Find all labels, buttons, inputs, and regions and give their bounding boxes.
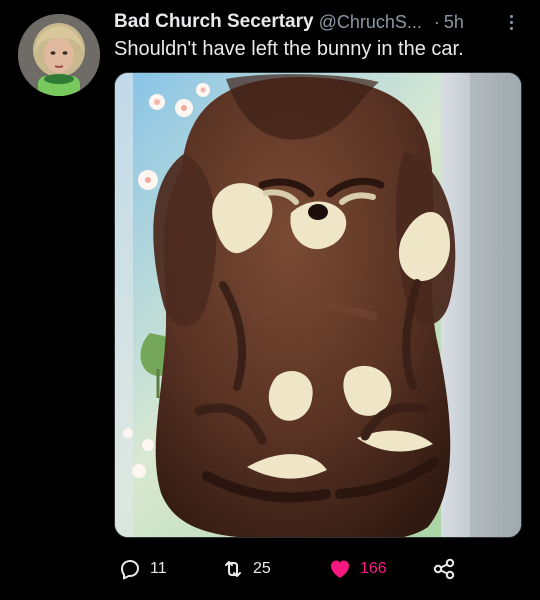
tweet-text: Shouldn't have left the bunny in the car…	[114, 38, 464, 60]
retweet-count: 25	[253, 560, 271, 577]
author-name[interactable]: Bad Church Secertary	[114, 11, 314, 33]
retweet-button[interactable]: 25	[221, 556, 271, 582]
like-count: 166	[360, 560, 387, 577]
chocolate-bunny	[153, 74, 456, 537]
avatar[interactable]	[18, 14, 100, 96]
tweet-header: Bad Church Secertary @ChruchS... · 5h	[114, 10, 524, 34]
tweet: Bad Church Secertary @ChruchS... · 5h Sh…	[0, 0, 540, 600]
timestamp[interactable]: 5h	[444, 12, 464, 33]
author-handle[interactable]: @ChruchS...	[319, 12, 422, 33]
melted-chocolate-bunny-image	[115, 73, 521, 537]
like-button[interactable]: 166	[328, 556, 387, 582]
share-button[interactable]	[432, 556, 456, 582]
reply-count: 11	[150, 560, 167, 577]
separator-dot: ·	[433, 11, 440, 32]
share-icon	[433, 558, 455, 580]
tweet-media[interactable]	[114, 72, 522, 538]
more-icon[interactable]	[504, 10, 518, 34]
heart-icon	[331, 560, 349, 578]
retweet-icon	[225, 561, 241, 577]
reply-button[interactable]: 11	[118, 556, 167, 582]
tweet-actions: 11 25 166	[114, 556, 524, 582]
reply-icon	[121, 560, 139, 580]
